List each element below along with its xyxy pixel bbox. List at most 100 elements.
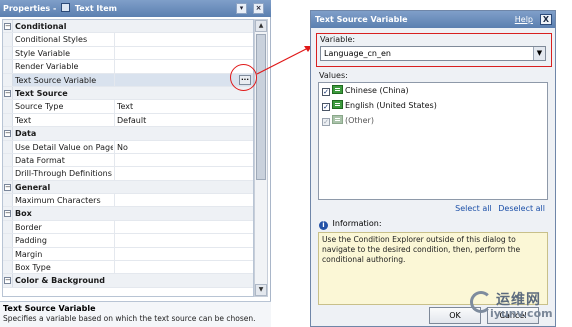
property-value xyxy=(114,127,253,139)
description-pane: Text Source Variable Specifies a variabl… xyxy=(0,301,271,327)
property-value[interactable]: No xyxy=(114,140,253,153)
variable-select[interactable]: Language_cn_en ▼ xyxy=(320,46,546,61)
row-gutter xyxy=(3,140,13,153)
property-value[interactable] xyxy=(114,247,253,261)
row-gutter: − xyxy=(3,86,13,100)
variable-group: Variable: Language_cn_en ▼ xyxy=(316,33,552,67)
information-line: navigate to the desired condition, then,… xyxy=(322,245,521,254)
property-name: Data Format xyxy=(15,155,65,165)
information-line: conditional authoring. xyxy=(322,255,406,264)
row-gutter xyxy=(3,234,13,247)
text-source-variable-dialog: Text Source Variable Help X Variable: La… xyxy=(310,10,556,327)
property-value[interactable] xyxy=(114,33,253,46)
pin-icon[interactable]: ▾ xyxy=(236,3,247,14)
property-value[interactable] xyxy=(114,167,253,180)
property-value[interactable] xyxy=(114,194,253,207)
property-name: Border xyxy=(15,222,42,232)
property-category[interactable]: − Data xyxy=(3,127,253,141)
property-category[interactable]: − General xyxy=(3,180,253,195)
property-category[interactable]: − Color & Background xyxy=(3,274,253,288)
property-value[interactable] xyxy=(114,220,253,234)
properties-panel: Properties - Text Item ▾ × − Conditional C… xyxy=(0,0,271,327)
minus-box-icon[interactable]: − xyxy=(4,183,11,191)
close-icon[interactable]: × xyxy=(253,3,264,14)
properties-title: Properties - xyxy=(3,4,60,13)
property-row[interactable]: Text Default xyxy=(3,113,253,128)
row-gutter xyxy=(3,247,13,261)
minus-box-icon[interactable]: − xyxy=(4,277,11,285)
row-gutter xyxy=(3,73,13,86)
scroll-down-icon[interactable]: ▼ xyxy=(255,284,267,296)
property-name: Text xyxy=(15,115,32,125)
property-row[interactable]: Margin xyxy=(3,247,253,262)
property-category[interactable]: − Box xyxy=(3,207,253,221)
property-name: Render Variable xyxy=(15,62,79,72)
close-icon[interactable]: X xyxy=(540,14,552,25)
value-label: English (United States) xyxy=(345,101,437,110)
select-ancestor-icon[interactable] xyxy=(61,3,71,12)
help-link[interactable]: Help xyxy=(515,11,533,28)
value-label: Chinese (China) xyxy=(345,86,409,95)
scroll-up-icon[interactable]: ▲ xyxy=(255,20,267,32)
property-row[interactable]: Source Type Text xyxy=(3,100,253,114)
value-checkbox[interactable]: ✓ xyxy=(322,118,330,126)
property-row[interactable]: Border xyxy=(3,220,253,235)
property-row[interactable]: Data Format xyxy=(3,153,253,168)
property-value[interactable] xyxy=(114,261,253,274)
property-grid: − Conditional Conditional Styles Style Vari… xyxy=(2,19,254,297)
property-row[interactable]: Conditional Styles xyxy=(3,33,253,47)
information-label: Information: xyxy=(332,219,382,228)
information-box: Use the Condition Explorer outside of th… xyxy=(318,232,548,305)
row-gutter xyxy=(3,261,13,274)
select-all-link[interactable]: Select all xyxy=(455,204,492,213)
information-heading: i Information: xyxy=(319,219,382,230)
ok-button[interactable]: OK xyxy=(429,307,481,324)
value-checkbox[interactable]: ✓ xyxy=(322,103,330,111)
information-line: Use the Condition Explorer outside of th… xyxy=(322,235,516,244)
row-gutter xyxy=(3,113,13,127)
info-icon: i xyxy=(319,221,328,230)
value-item[interactable]: ✓ English (United States) xyxy=(319,98,547,113)
property-value[interactable] xyxy=(114,153,253,167)
property-value[interactable] xyxy=(114,46,253,60)
property-value[interactable]: Default xyxy=(114,113,253,127)
property-row[interactable]: Style Variable xyxy=(3,46,253,61)
property-value[interactable]: Text xyxy=(114,100,253,113)
deselect-all-link[interactable]: Deselect all xyxy=(498,204,545,213)
property-row[interactable]: Padding xyxy=(3,234,253,248)
green-list-icon xyxy=(332,100,343,109)
property-row[interactable]: Use Detail Value on Page No xyxy=(3,140,253,154)
values-label: Values: xyxy=(319,71,348,80)
description-text: Specifies a variable based on which the … xyxy=(3,314,256,323)
value-item[interactable]: ✓ (Other) xyxy=(319,113,547,128)
variable-select-value: Language_cn_en xyxy=(324,49,391,58)
minus-box-icon[interactable]: − xyxy=(4,23,11,30)
property-name: Padding xyxy=(15,236,47,246)
property-row[interactable]: Text Source Variable... xyxy=(3,73,253,87)
property-value xyxy=(114,20,253,32)
value-item[interactable]: ✓ Chinese (China) xyxy=(319,83,547,98)
property-name: Use Detail Value on Page xyxy=(15,142,113,152)
property-name: Text Source Variable xyxy=(15,75,97,85)
cancel-button[interactable]: Cancel xyxy=(487,307,539,324)
property-category[interactable]: − Text Source xyxy=(3,86,253,101)
property-row[interactable]: Box Type xyxy=(3,261,253,275)
property-row[interactable]: Render Variable xyxy=(3,60,253,74)
property-grid-scrollbar[interactable]: ▲ ▼ xyxy=(254,19,268,297)
chevron-down-icon[interactable]: ▼ xyxy=(533,47,545,60)
dialog-title: Text Source Variable xyxy=(315,15,408,24)
property-category[interactable]: − Conditional xyxy=(3,20,253,34)
property-row[interactable]: Drill-Through Definitions xyxy=(3,167,253,181)
row-gutter: − xyxy=(3,274,13,287)
minus-box-icon[interactable]: − xyxy=(4,210,11,218)
minus-box-icon[interactable]: − xyxy=(4,130,11,138)
values-list: ✓ Chinese (China) ✓ English (United States)… xyxy=(318,82,548,200)
value-checkbox[interactable]: ✓ xyxy=(322,88,330,96)
scrollbar-thumb[interactable] xyxy=(256,34,266,180)
property-value xyxy=(114,181,253,193)
property-name: Box Type xyxy=(15,263,51,273)
property-row[interactable]: Maximum Characters xyxy=(3,194,253,208)
property-value[interactable] xyxy=(114,234,253,247)
row-gutter xyxy=(3,60,13,73)
minus-box-icon[interactable]: − xyxy=(4,89,11,97)
